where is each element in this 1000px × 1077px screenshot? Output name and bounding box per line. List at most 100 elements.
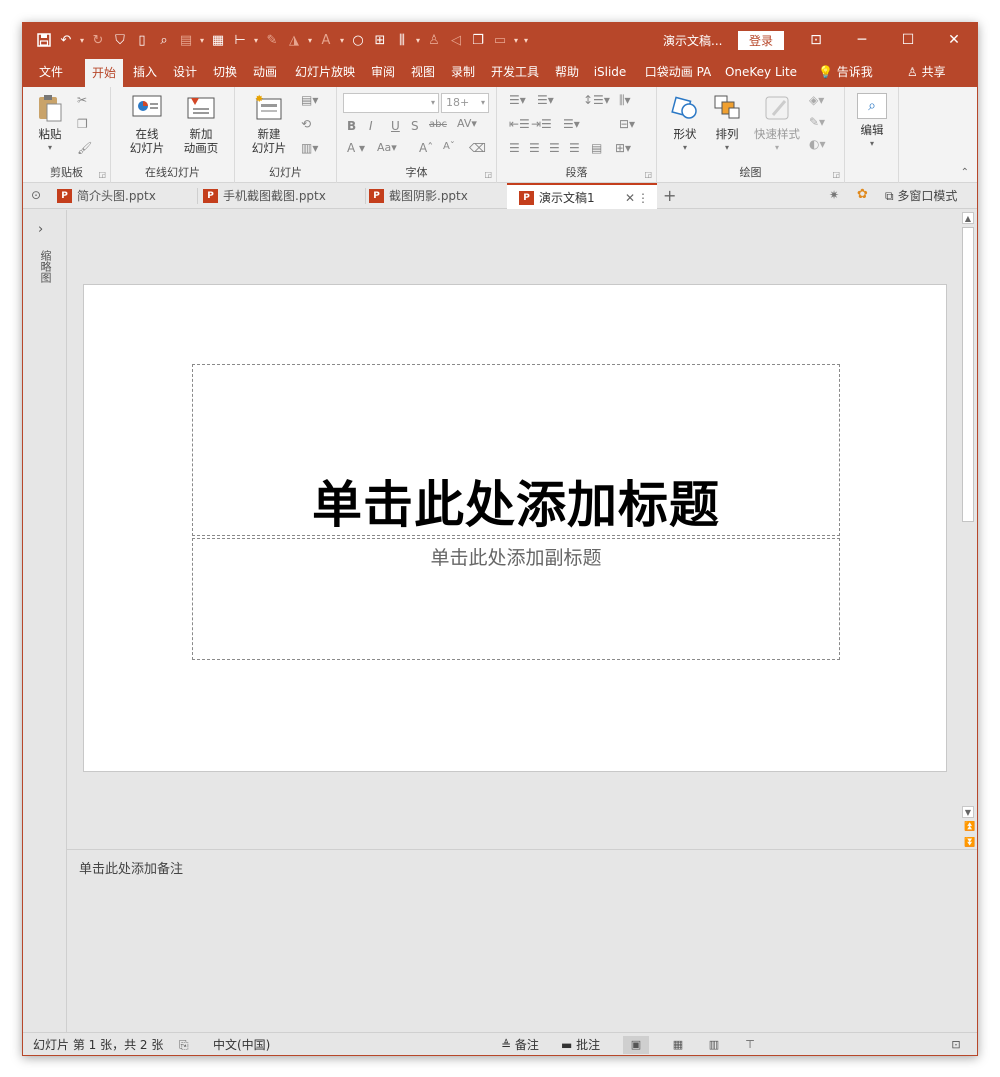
align-center-icon[interactable]: ☰	[529, 141, 540, 155]
online-slide-button[interactable]: 在线 幻灯片	[121, 93, 173, 155]
tab-view[interactable]: 视图	[405, 57, 441, 87]
subtitle-placeholder[interactable]: 单击此处添加副标题	[192, 538, 840, 660]
copy-qat-icon[interactable]: ❐	[467, 28, 489, 52]
tab-onekey-lite[interactable]: OneKey Lite	[723, 57, 799, 87]
crop-icon[interactable]: ⊞	[369, 28, 391, 52]
reset-icon[interactable]: ⟲	[301, 117, 311, 131]
language-indicator[interactable]: 中文(中国)	[213, 1033, 270, 1055]
undo-dropdown-icon[interactable]: ▾	[77, 36, 87, 45]
font-color-dropdown-icon[interactable]: ▾	[337, 36, 347, 45]
new-anim-page-button[interactable]: 新加 动画页	[175, 93, 227, 155]
normal-view-icon[interactable]: ▣	[623, 1036, 649, 1054]
title-placeholder[interactable]: 单击此处添加标题	[192, 364, 840, 536]
ribbon-display-options-icon[interactable]: ⊡	[793, 23, 839, 57]
tab-help[interactable]: 帮助	[549, 57, 585, 87]
slide-sorter-icon[interactable]: ▦	[665, 1036, 691, 1054]
clear-format-icon[interactable]: ⌫	[469, 141, 486, 155]
tab-insert[interactable]: 插入	[127, 57, 163, 87]
scroll-thumb[interactable]	[962, 227, 974, 522]
picture-icon[interactable]: ▤	[175, 28, 197, 52]
undo-icon[interactable]: ↶	[55, 28, 77, 52]
paste-button[interactable]: 粘贴 ▾	[33, 93, 67, 155]
slide-canvas[interactable]: 单击此处添加标题 单击此处添加副标题	[83, 284, 947, 772]
doc-tab-3[interactable]: P 截图阴影.pptx	[357, 183, 507, 209]
paragraph-launcher-icon[interactable]: ◲	[644, 170, 652, 179]
copy-icon[interactable]: ❐	[77, 117, 88, 131]
format-dropdown-icon[interactable]: ▾	[251, 36, 261, 45]
slideshow-view-icon[interactable]: ⊤	[737, 1036, 763, 1054]
scroll-down-icon[interactable]: ▼	[962, 806, 974, 818]
distributed-icon[interactable]: ▤	[591, 141, 602, 155]
line-spacing-icon[interactable]: ↕☰▾	[583, 93, 610, 107]
expand-thumbnails-icon[interactable]: ›	[38, 222, 43, 237]
accessibility-icon[interactable]: ⎘	[179, 1033, 189, 1055]
print-preview-icon[interactable]: ⌕	[153, 28, 175, 52]
pen-icon[interactable]: ✎	[261, 28, 283, 52]
layout-icon[interactable]: ▭	[489, 28, 511, 52]
font-color-icon[interactable]: A	[315, 28, 337, 52]
italic-icon[interactable]: I	[369, 119, 373, 133]
format-painter-qat-icon[interactable]: ⊢	[229, 28, 251, 52]
quick-styles-button[interactable]: 快速样式 ▾	[749, 93, 805, 155]
reading-view-icon[interactable]: ▥	[701, 1036, 727, 1054]
editing-button[interactable]: ⌕ 编辑 ▾	[851, 93, 893, 151]
text-direction-icon[interactable]: ⫼▾	[619, 93, 631, 108]
char-spacing-icon[interactable]: AV▾	[457, 117, 477, 130]
strikethrough-icon[interactable]: abc	[429, 119, 447, 130]
clipboard-launcher-icon[interactable]: ◲	[98, 170, 106, 179]
tab-design[interactable]: 设计	[167, 57, 203, 87]
align-left-icon[interactable]: ☰	[509, 141, 520, 155]
wand-icon[interactable]: ✷	[829, 188, 839, 202]
slideshow-icon[interactable]: ⛉	[109, 28, 131, 52]
grid-icon[interactable]: ▦	[207, 28, 229, 52]
columns-icon[interactable]: ☰▾	[563, 117, 580, 131]
next-slide-icon[interactable]: ⏬	[964, 838, 975, 848]
section-icon[interactable]: ▥▾	[301, 141, 318, 155]
tell-me-search[interactable]: 💡 告诉我	[818, 57, 873, 87]
person-icon[interactable]: ♙	[423, 28, 445, 52]
settings-gear-icon[interactable]: ✿	[857, 187, 868, 202]
notes-button[interactable]: ≜ 备注	[501, 1033, 539, 1055]
tab-home[interactable]: 开始	[85, 59, 123, 87]
numbering-icon[interactable]: ☰▾	[537, 93, 554, 107]
align-tool-icon[interactable]: ⫼	[391, 28, 413, 52]
customize-qat-icon[interactable]: ▾	[521, 36, 531, 45]
shrink-font-icon[interactable]: Aˇ	[443, 141, 455, 152]
tab-pocket-animation[interactable]: 口袋动画 PA	[641, 57, 715, 87]
login-button[interactable]: 登录	[738, 31, 784, 50]
notes-pane[interactable]: 单击此处添加备注	[67, 850, 977, 1032]
doc-tab-1[interactable]: P 简介头图.pptx	[45, 183, 195, 209]
shape-fill-icon[interactable]: ◈▾	[809, 93, 824, 107]
minimize-icon[interactable]: ─	[839, 23, 885, 57]
bold-icon[interactable]: B	[347, 119, 356, 133]
collapse-ribbon-icon[interactable]: ⌃	[961, 167, 969, 178]
tab-history-icon[interactable]: ⊙	[31, 188, 41, 202]
font-size-combo[interactable]: 18+ ▾	[441, 93, 489, 113]
new-file-icon[interactable]: ▯	[131, 28, 153, 52]
grow-font-icon[interactable]: Aˆ	[419, 141, 433, 155]
underline-icon[interactable]: U	[391, 119, 400, 133]
align-right-icon[interactable]: ☰	[549, 141, 560, 155]
new-tab-icon[interactable]: +	[663, 186, 676, 205]
shadow-icon[interactable]: S	[411, 119, 419, 133]
smartart-icon[interactable]: ⊞▾	[615, 141, 631, 155]
change-case-icon[interactable]: Aa▾	[377, 141, 397, 154]
doc-tab-4-active[interactable]: P 演示文稿1 ✕ ⋮	[507, 183, 657, 209]
tab-slideshow[interactable]: 幻灯片放映	[289, 57, 361, 87]
circle-shape-icon[interactable]: ○	[347, 28, 369, 52]
font-launcher-icon[interactable]: ◲	[484, 170, 492, 179]
speaker-icon[interactable]: ◁	[445, 28, 467, 52]
shape-effects-icon[interactable]: ◐▾	[809, 137, 826, 151]
previous-slide-icon[interactable]: ⏫	[964, 822, 975, 832]
shape-outline-icon[interactable]: ✎▾	[809, 115, 825, 129]
font-name-combo[interactable]: ▾	[343, 93, 439, 113]
layout-dropdown-icon[interactable]: ▾	[511, 36, 521, 45]
bullets-icon[interactable]: ☰▾	[509, 93, 526, 107]
close-tab-icon[interactable]: ✕	[625, 185, 635, 211]
cut-icon[interactable]: ✂	[77, 93, 87, 107]
justify-icon[interactable]: ☰	[569, 141, 580, 155]
align-dropdown-icon[interactable]: ▾	[413, 36, 423, 45]
new-slide-button[interactable]: ✸ 新建 幻灯片	[243, 93, 295, 155]
tab-islide[interactable]: iSlide	[589, 57, 631, 87]
increase-indent-icon[interactable]: ⇥☰	[531, 117, 552, 131]
